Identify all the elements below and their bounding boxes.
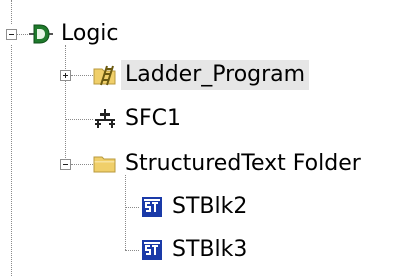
st-block-icon (142, 197, 162, 217)
tree-connector (125, 207, 139, 208)
tree-connector (125, 175, 126, 250)
tree-node-label: SFC1 (125, 106, 181, 131)
tree-connector (71, 75, 93, 76)
st-block-icon (142, 240, 162, 260)
tree-node-structured-text-folder[interactable]: StructuredText Folder (93, 146, 365, 182)
tree-connector (125, 250, 139, 251)
tree-connector (17, 34, 28, 35)
tree-node-label: Ladder_Program (121, 60, 310, 90)
tree-node-stblk3[interactable]: STBlk3 (140, 232, 251, 268)
tree-connector (65, 81, 66, 164)
tree-node-label: STBlk3 (172, 237, 248, 262)
collapse-toggle-structured-text-folder[interactable] (60, 159, 71, 170)
project-tree: Logic Ladder_Program SFC1 StructuredText… (0, 0, 419, 276)
folder-icon (93, 156, 116, 173)
tree-node-label: StructuredText Folder (125, 151, 361, 176)
tree-node-label: STBlk2 (172, 194, 248, 219)
tree-connector (65, 119, 93, 120)
tree-connector (11, 0, 12, 24)
tree-node-sfc1[interactable]: SFC1 (93, 101, 185, 137)
tree-node-logic[interactable]: Logic (29, 16, 123, 52)
logic-block-icon (29, 24, 53, 44)
tree-node-ladder-program[interactable]: Ladder_Program (93, 57, 310, 93)
tree-connector (71, 164, 93, 165)
tree-node-stblk2[interactable]: STBlk2 (140, 189, 251, 225)
tree-connector (11, 45, 12, 276)
expand-toggle-ladder-program[interactable] (60, 70, 71, 81)
ladder-folder-icon (93, 65, 116, 86)
tree-node-label: Logic (61, 21, 119, 46)
sfc-chart-icon (95, 109, 115, 128)
collapse-toggle-logic[interactable] (6, 29, 17, 40)
